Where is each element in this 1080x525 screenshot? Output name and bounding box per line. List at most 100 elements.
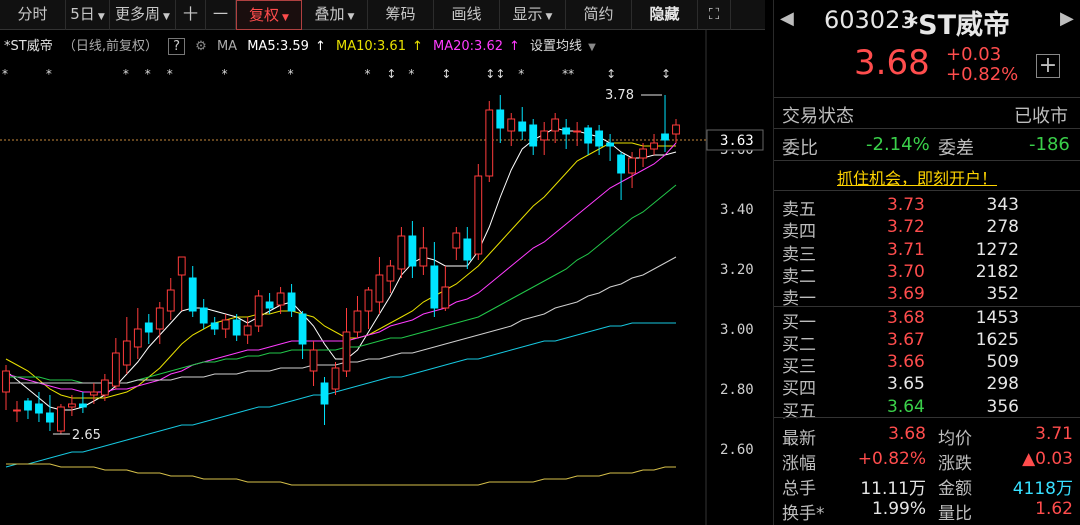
event-marker-icon[interactable]: * — [364, 67, 370, 81]
candle-body[interactable] — [518, 121, 527, 132]
help-button[interactable]: ? — [168, 38, 186, 55]
candle-body[interactable] — [57, 406, 65, 432]
event-marker-icon[interactable]: * — [145, 67, 151, 81]
toolbar-item-6[interactable]: 叠加 ▼ — [302, 0, 368, 30]
candle-body[interactable] — [46, 412, 54, 423]
event-marker-icon[interactable]: * — [518, 67, 524, 81]
candle-body[interactable] — [155, 307, 164, 330]
candle-body[interactable] — [67, 403, 76, 408]
candle-body[interactable] — [562, 127, 571, 135]
candle-body[interactable] — [342, 331, 351, 372]
candle-body[interactable] — [166, 289, 175, 312]
toolbar-item-9[interactable]: 显示 ▼ — [500, 0, 566, 30]
orderbook-price[interactable]: 3.71 — [887, 240, 925, 260]
plus-icon[interactable]: + — [1036, 54, 1060, 78]
candle-body[interactable] — [221, 319, 230, 330]
candle-body[interactable] — [232, 319, 241, 336]
toolbar-item-3[interactable]: 十 — [176, 0, 206, 30]
candle-body[interactable] — [672, 124, 680, 135]
event-marker-icon[interactable]: ↕↕ — [485, 67, 505, 81]
event-marker-icon[interactable]: * — [2, 67, 8, 81]
candle-body[interactable] — [320, 382, 329, 405]
candle-body[interactable] — [507, 118, 516, 132]
candle-body[interactable] — [122, 340, 131, 366]
candle-body[interactable] — [650, 142, 658, 150]
candle-body[interactable] — [661, 133, 669, 141]
kline-chart-area[interactable]: 3.603.403.203.002.802.603.63********↕*↕↕… — [0, 30, 765, 525]
expand-icon[interactable]: ⛶ — [698, 0, 731, 30]
candle-body[interactable] — [100, 379, 109, 396]
candle-body[interactable] — [628, 157, 636, 174]
ma-setting-button[interactable]: 设置均线 — [530, 39, 582, 54]
event-marker-icon[interactable]: * — [222, 67, 228, 81]
candle-body[interactable] — [210, 322, 219, 330]
event-marker-icon[interactable]: ↕ — [386, 67, 396, 81]
candle-body[interactable] — [452, 232, 461, 249]
next-stock-icon[interactable]: ▶ — [1060, 8, 1074, 29]
candle-body[interactable] — [188, 277, 197, 312]
candle-body[interactable] — [496, 109, 505, 129]
event-marker-icon[interactable]: * — [408, 67, 414, 81]
candle-body[interactable] — [265, 301, 274, 309]
candle-body[interactable] — [419, 247, 428, 267]
candle-body[interactable] — [551, 118, 560, 132]
orderbook-price[interactable]: 3.73 — [887, 195, 925, 215]
gear-icon[interactable]: ⚙ — [195, 39, 207, 54]
candle-body[interactable] — [386, 265, 395, 282]
candle-body[interactable] — [529, 124, 538, 147]
candle-body[interactable] — [595, 130, 604, 147]
candle-body[interactable] — [254, 295, 263, 327]
candle-body[interactable] — [331, 367, 340, 390]
candle-body[interactable] — [35, 403, 43, 414]
toolbar-item-10[interactable]: 简约 — [566, 0, 632, 30]
orderbook-price[interactable]: 3.67 — [887, 330, 925, 350]
open-account-link[interactable]: 抓住机会，即刻开户！ — [837, 165, 997, 189]
candle-body[interactable] — [573, 130, 582, 133]
candle-body[interactable] — [2, 370, 10, 393]
candle-body[interactable] — [24, 400, 32, 411]
candle-body[interactable] — [474, 175, 483, 255]
candle-body[interactable] — [78, 403, 87, 408]
candle-body[interactable] — [309, 349, 318, 372]
candle-body[interactable] — [430, 265, 439, 309]
prev-stock-icon[interactable]: ◀ — [780, 8, 794, 29]
candle-body[interactable] — [441, 286, 450, 309]
toolbar-item-5[interactable]: 复权 ▼ — [236, 0, 302, 30]
candle-body[interactable] — [177, 256, 186, 276]
event-marker-icon[interactable]: * — [167, 67, 173, 81]
toolbar-item-2[interactable]: 更多周 ▼ — [110, 0, 176, 30]
event-marker-icon[interactable]: * — [46, 67, 52, 81]
toolbar-item-4[interactable]: 一 — [206, 0, 236, 30]
candle-body[interactable] — [408, 235, 417, 267]
candle-body[interactable] — [485, 109, 494, 177]
orderbook-price[interactable]: 3.72 — [887, 217, 925, 237]
event-marker-icon[interactable]: ↕ — [606, 67, 616, 81]
candle-body[interactable] — [375, 274, 384, 303]
orderbook-price[interactable]: 3.70 — [887, 262, 925, 282]
toolbar-item-0[interactable]: 分时 — [0, 0, 66, 30]
event-marker-icon[interactable]: ↕ — [661, 67, 671, 81]
event-marker-icon[interactable]: * — [123, 67, 129, 81]
candle-body[interactable] — [606, 142, 615, 147]
orderbook-price[interactable]: 3.65 — [887, 374, 925, 394]
candle-body[interactable] — [617, 154, 625, 174]
candle-body[interactable] — [584, 127, 593, 144]
orderbook-price[interactable]: 3.66 — [887, 352, 925, 372]
candle-body[interactable] — [276, 292, 285, 306]
event-marker-icon[interactable]: * — [288, 67, 294, 81]
candle-body[interactable] — [364, 289, 373, 312]
candle-body[interactable] — [397, 235, 406, 270]
candle-body[interactable] — [353, 310, 362, 333]
candle-body[interactable] — [199, 307, 208, 324]
toolbar-item-8[interactable]: 画线 — [434, 0, 500, 30]
candle-body[interactable] — [540, 130, 549, 141]
candle-body[interactable] — [298, 313, 307, 345]
candle-body[interactable] — [243, 325, 252, 336]
candle-body[interactable] — [13, 409, 21, 412]
event-marker-icon[interactable]: ** — [562, 67, 574, 81]
toolbar-item-1[interactable]: 5日 ▼ — [66, 0, 110, 30]
toolbar-item-7[interactable]: 筹码 — [368, 0, 434, 30]
candle-body[interactable] — [639, 148, 647, 159]
orderbook-price[interactable]: 3.69 — [887, 284, 925, 304]
orderbook-price[interactable]: 3.68 — [887, 308, 925, 328]
